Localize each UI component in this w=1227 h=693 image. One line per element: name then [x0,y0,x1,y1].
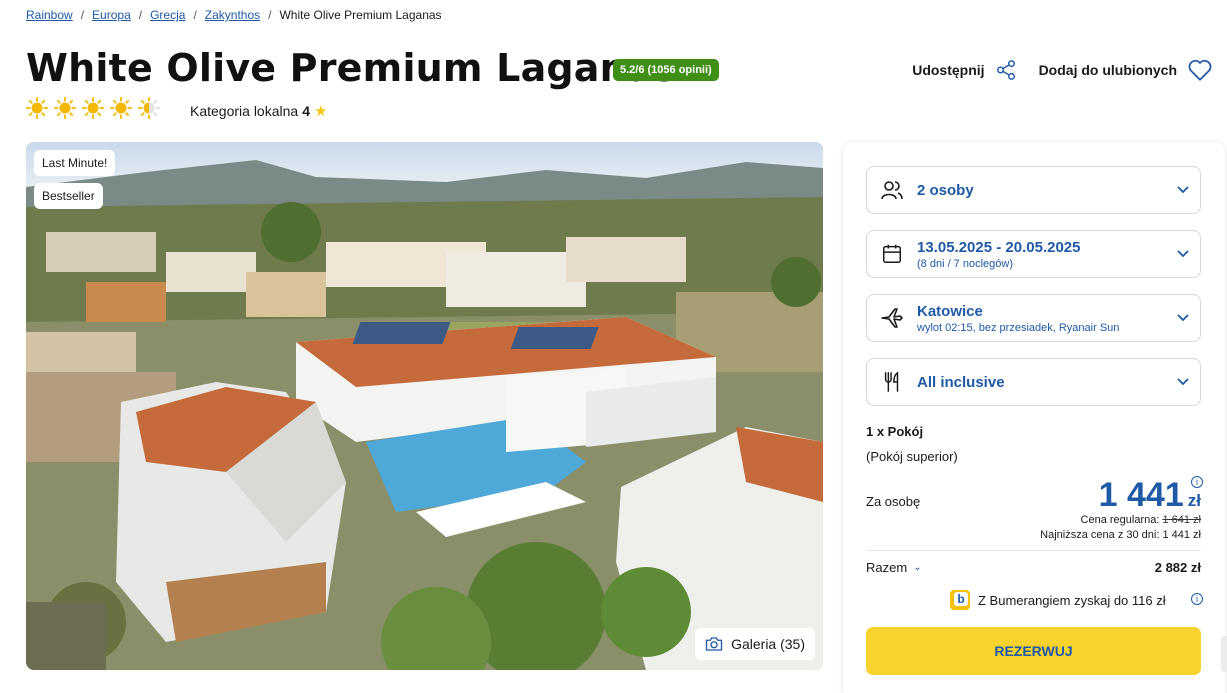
sun-rating [26,97,160,119]
departure-details: wylot 02:15, bez przesiadek, Ryanair Sun [917,321,1120,334]
sun-icon [26,97,48,119]
regular-price-label: Cena regularna: [1080,514,1160,526]
board-value: All inclusive [917,373,1005,391]
breadcrumb-link-zakynthos[interactable]: Zakynthos [205,8,260,22]
breadcrumb: Rainbow / Europa / Grecja / Zakynthos / … [26,8,442,22]
total-toggle[interactable]: Razem ⌄ [866,560,922,575]
gallery-button[interactable]: Galeria (35) [695,628,815,660]
divider [866,550,1201,551]
boomerang-text: Z Bumerangiem zyskaj do 116 zł [978,592,1166,608]
breadcrumb-separator: / [193,8,197,22]
regular-price-value: 1 641 zł [1162,514,1201,526]
booking-panel: 2 osoby 13.05.2025 - 20.05.2025 (8 dni /… [843,142,1225,693]
hotel-photo[interactable]: Last Minute! Bestseller Galeria (35) [26,142,823,670]
bestseller-tag: Bestseller [34,183,103,209]
share-button[interactable]: Udostępnij [912,59,1016,81]
info-icon[interactable]: i [1191,593,1203,605]
sun-icon [82,97,104,119]
room-type: (Pokój superior) [866,449,958,464]
guests-selector[interactable]: 2 osoby [866,166,1201,214]
hotel-aerial-image [26,142,823,670]
scrollbar[interactable] [1221,636,1227,672]
total-label: Razem [866,560,908,575]
favorite-button[interactable]: Dodaj do ulubionych [1039,58,1213,82]
lowest-price-30-days: Najniższa cena z 30 dni: 1 441 zł [1040,529,1201,541]
share-label: Udostępnij [912,62,985,78]
dates-value: 13.05.2025 - 20.05.2025 [917,238,1081,256]
heart-icon [1188,59,1212,81]
cutlery-icon [884,371,899,392]
rating-badge[interactable]: 5.2/6 (1056 opinii) [613,59,719,81]
share-icon [996,60,1015,80]
last-minute-tag: Last Minute! [34,150,116,176]
sun-icon [110,97,132,119]
local-category-label: Kategoria lokalna [190,103,299,119]
breadcrumb-link-rainbow[interactable]: Rainbow [26,8,73,22]
boomerang-promo: b Z Bumerangiem zyskaj do 116 zł [950,590,1166,610]
chevron-down-icon [1177,186,1189,194]
price-currency: zł [1187,491,1201,510]
airplane-icon [881,308,903,328]
breadcrumb-link-grecja[interactable]: Grecja [150,8,185,22]
guests-value: 2 osoby [917,181,974,199]
header-actions: Udostępnij Dodaj do ulubionych [912,58,1213,82]
breadcrumb-link-europa[interactable]: Europa [92,8,131,22]
gallery-label: Galeria (35) [731,636,805,652]
departure-selector[interactable]: Katowice wylot 02:15, bez przesiadek, Ry… [866,294,1201,342]
favorite-label: Dodaj do ulubionych [1038,62,1177,78]
departure-city: Katowice [917,302,983,320]
people-icon [881,181,903,200]
camera-icon [705,637,723,651]
dates-duration: (8 dni / 7 noclegów) [917,257,1013,270]
chevron-down-icon [1177,378,1189,386]
chevron-down-icon [1177,250,1189,258]
total-value: 2 882 zł [1154,560,1201,575]
half-sun-icon [138,97,160,119]
star-icon: ★ [313,103,328,120]
price-per-person: 1 441 zł [1099,476,1201,515]
local-category-value: 4 [302,103,310,119]
breadcrumb-current: White Olive Premium Laganas [279,8,442,22]
breadcrumb-separator: / [138,8,143,22]
breadcrumb-separator: / [268,8,272,22]
page-title: White Olive Premium Laganas [26,46,676,90]
book-button[interactable]: REZERWUJ [866,627,1201,675]
regular-price: Cena regularna: 1 641 zł [1081,514,1201,526]
local-category: Kategoria lokalna 4 ★ [190,102,327,120]
calendar-icon [883,244,901,263]
sun-icon [54,97,76,119]
breadcrumb-separator: / [80,8,85,22]
boomerang-icon: b [950,590,970,610]
board-selector[interactable]: All inclusive [866,358,1201,406]
room-count: 1 x Pokój [866,424,924,439]
chevron-down-icon: ⌄ [913,562,922,573]
chevron-down-icon [1177,314,1189,322]
dates-selector[interactable]: 13.05.2025 - 20.05.2025 (8 dni / 7 nocle… [866,230,1201,278]
price-value: 1 441 [1098,476,1184,514]
per-person-label: Za osobę [866,494,921,509]
